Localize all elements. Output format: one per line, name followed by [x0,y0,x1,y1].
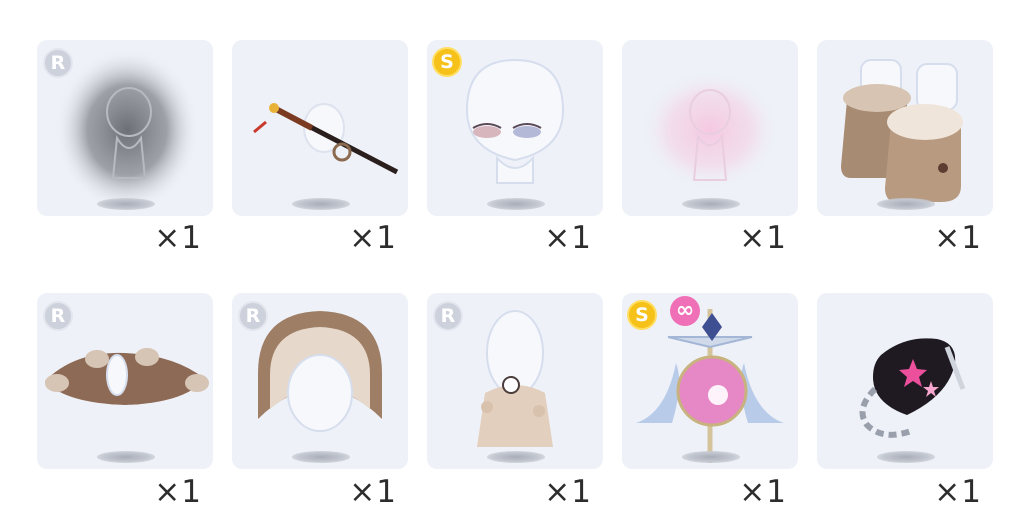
item-quantity: ×1 [349,220,397,256]
item-shadow [877,198,935,210]
item-shadow [682,451,740,463]
item-quantity: ×1 [544,474,592,510]
item-quantity: ×1 [154,474,202,510]
item-shadow [487,198,545,210]
item-shadow [97,198,155,210]
item-quantity: ×1 [934,474,982,510]
item-shadow [682,198,740,210]
item-card-katana[interactable] [232,40,408,216]
item-card-eyes[interactable]: S [427,40,603,216]
item-shadow [292,198,350,210]
item-card-fur-hood[interactable]: R [232,293,408,469]
item-shadow [487,451,545,463]
rarity-badge-s: S [432,47,462,77]
rarity-badge-s: S [627,300,657,330]
katana-icon [253,103,399,175]
item-quantity: ×1 [349,474,397,510]
item-quantity: ×1 [934,220,982,256]
item-shadow [97,451,155,463]
rarity-badge-r: R [43,301,73,331]
item-quantity: ×1 [739,474,787,510]
item-quantity: ×1 [544,220,592,256]
item-card-pink-aura[interactable] [622,40,798,216]
item-card-crystal-staff[interactable]: S ∞ [622,293,798,469]
item-card-grey-aura[interactable]: R [37,40,213,216]
rarity-badge-r: R [433,301,463,331]
infinity-badge: ∞ [670,296,700,326]
item-card-boots[interactable] [817,40,993,216]
rarity-badge-r: R [43,48,73,78]
item-quantity: ×1 [739,220,787,256]
item-card-fur-rug[interactable]: R [37,293,213,469]
rarity-badge-r: R [238,301,268,331]
item-shadow [877,451,935,463]
inventory-grid: R ×1 ×1 S ×1 ×1 ×1 R ×1 R ×1 R ×1 S ∞ ×1… [0,0,1024,510]
item-shadow [292,451,350,463]
pink-aura-icon [640,70,780,190]
guitar-pick-necklace-icon [859,338,966,438]
item-card-fur-coat[interactable]: R [427,293,603,469]
item-quantity: ×1 [154,220,202,256]
boots-icon [841,59,963,202]
item-card-guitar-pick[interactable] [817,293,993,469]
